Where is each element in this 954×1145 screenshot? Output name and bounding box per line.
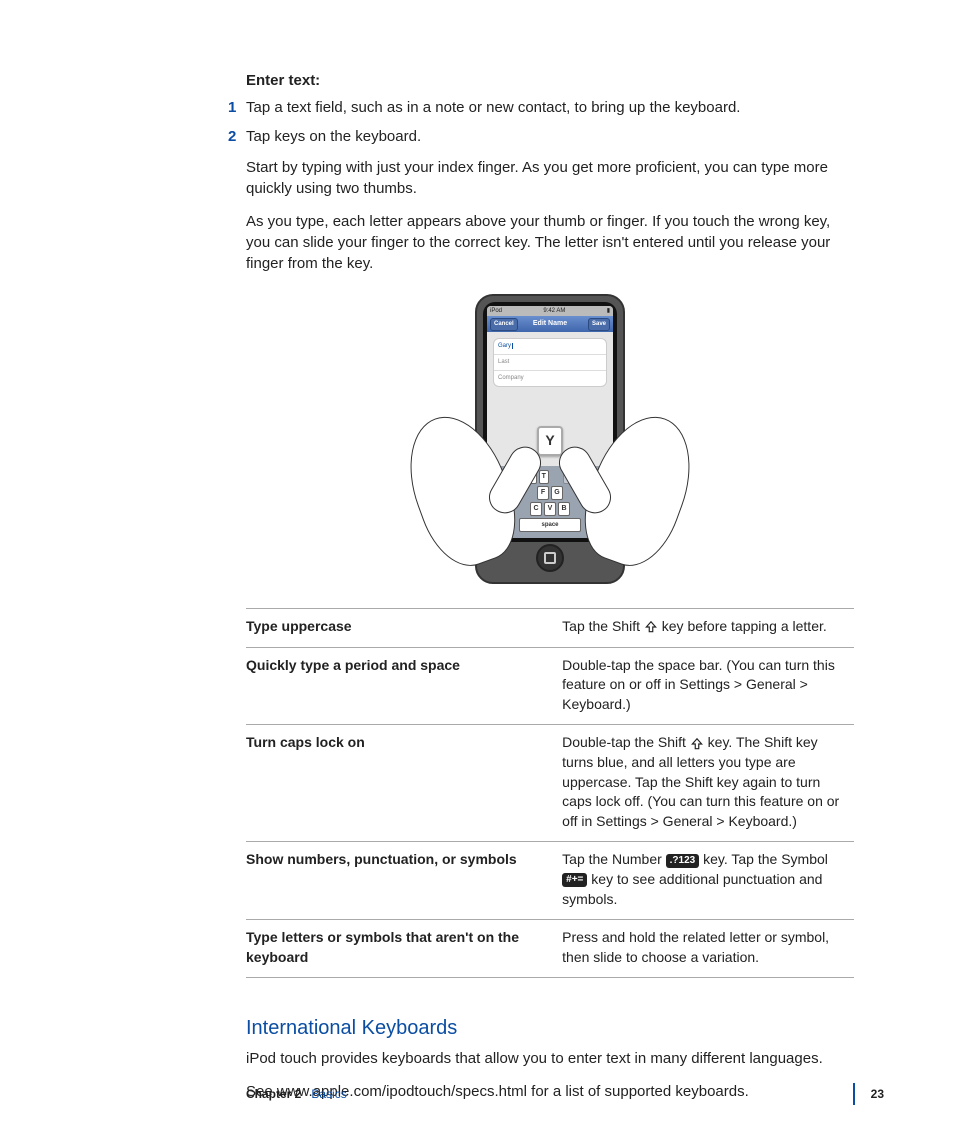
- nav-bar: Cancel Edit Name Save: [487, 316, 613, 332]
- chapter-label: Chapter 2: [246, 1086, 301, 1103]
- nav-title: Edit Name: [533, 320, 567, 327]
- step-2-number: 2: [228, 126, 236, 147]
- table-row: Turn caps lock on Double-tap the Shift k…: [246, 725, 854, 842]
- shift-icon: [644, 620, 658, 634]
- save-button[interactable]: Save: [588, 318, 610, 330]
- step-1-text: Tap a text field, such as in a note or n…: [246, 99, 740, 116]
- table-row: Quickly type a period and space Double-t…: [246, 647, 854, 725]
- tips-table: Type uppercase Tap the Shift key before …: [246, 608, 854, 978]
- home-button[interactable]: [536, 544, 564, 572]
- international-keyboards-heading: International Keyboards: [246, 1014, 854, 1042]
- key-g[interactable]: G: [551, 486, 563, 500]
- page-number: 23: [853, 1083, 884, 1105]
- key-popup: Y: [537, 426, 563, 456]
- key-f[interactable]: F: [537, 486, 549, 500]
- key-c[interactable]: C: [530, 502, 542, 516]
- step-2-text: Tap keys on the keyboard.: [246, 128, 421, 145]
- status-time: 9:42 AM: [543, 307, 565, 315]
- status-left: iPod: [490, 307, 502, 315]
- cancel-button[interactable]: Cancel: [490, 318, 518, 330]
- company-field[interactable]: Company: [494, 371, 606, 386]
- step-2-para: Start by typing with just your index fin…: [246, 157, 854, 199]
- tip-desc: Tap the Number .?123 key. Tap the Symbol…: [562, 842, 854, 920]
- first-name-field[interactable]: Gary: [494, 339, 606, 355]
- symbol-key-icon: #+=: [562, 873, 587, 887]
- name-fields: Gary Last Company: [493, 338, 607, 387]
- key-space[interactable]: space: [519, 518, 581, 532]
- status-bar: iPod 9:42 AM ▮: [487, 306, 613, 316]
- tip-label: Turn caps lock on: [246, 725, 562, 842]
- enter-text-heading: Enter text:: [246, 70, 854, 91]
- step-2: 2 Tap keys on the keyboard. Start by typ…: [246, 126, 854, 199]
- table-row: Type uppercase Tap the Shift key before …: [246, 609, 854, 648]
- intl-para-1: iPod touch provides keyboards that allow…: [246, 1048, 854, 1069]
- number-key-icon: .?123: [666, 854, 700, 868]
- tip-label: Type uppercase: [246, 609, 562, 648]
- tip-desc: Double-tap the Shift key. The Shift key …: [562, 725, 854, 842]
- steps-list: 1 Tap a text field, such as in a note or…: [246, 97, 854, 199]
- shift-icon: [690, 737, 704, 751]
- device-figure: iPod 9:42 AM ▮ Cancel Edit Name Save Gar…: [246, 294, 854, 584]
- last-name-field[interactable]: Last: [494, 355, 606, 371]
- table-row: Type letters or symbols that aren't on t…: [246, 920, 854, 978]
- battery-icon: ▮: [607, 307, 610, 315]
- tip-desc: Press and hold the related letter or sym…: [562, 920, 854, 978]
- tip-label: Type letters or symbols that aren't on t…: [246, 920, 562, 978]
- page-footer: Chapter 2 Basics 23: [246, 1083, 884, 1105]
- key-v[interactable]: V: [544, 502, 556, 516]
- table-row: Show numbers, punctuation, or symbols Ta…: [246, 842, 854, 920]
- tip-desc: Double-tap the space bar. (You can turn …: [562, 647, 854, 725]
- body-para-1: As you type, each letter appears above y…: [246, 211, 854, 274]
- tip-desc: Tap the Shift key before tapping a lette…: [562, 609, 854, 648]
- step-1: 1 Tap a text field, such as in a note or…: [246, 97, 854, 118]
- tip-label: Quickly type a period and space: [246, 647, 562, 725]
- key-b[interactable]: B: [558, 502, 570, 516]
- page-content: Enter text: 1 Tap a text field, such as …: [0, 0, 954, 1102]
- key-t[interactable]: T: [539, 470, 549, 484]
- chapter-title: Basics: [311, 1086, 346, 1103]
- tip-label: Show numbers, punctuation, or symbols: [246, 842, 562, 920]
- step-1-number: 1: [228, 97, 236, 118]
